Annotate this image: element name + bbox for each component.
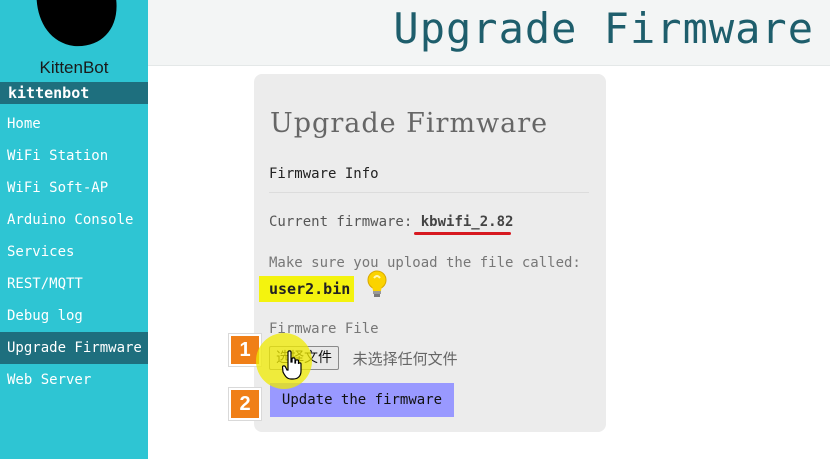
sidebar-item-rest-mqtt[interactable]: REST/MQTT xyxy=(0,268,148,300)
sidebar-item-web-server[interactable]: Web Server xyxy=(0,364,148,396)
page-header: Upgrade Firmware xyxy=(148,0,830,66)
current-firmware-label: Current firmware: xyxy=(269,214,413,230)
required-filename: user2.bin xyxy=(259,276,354,302)
firmware-version: kbwifi_2.82 xyxy=(420,214,514,230)
step-2-badge: 2 xyxy=(229,388,261,420)
logo-icon xyxy=(36,0,117,47)
logo-text: KittenBot xyxy=(39,58,109,77)
firmware-card: Upgrade Firmware Firmware Info Current f… xyxy=(254,74,606,432)
update-firmware-button[interactable]: Update the firmware xyxy=(270,383,454,417)
hand-cursor-icon xyxy=(282,350,302,380)
section-heading: Firmware Info xyxy=(269,166,379,182)
sidebar: KittenBot kittenbot Home WiFi Station Wi… xyxy=(0,0,148,459)
sidebar-item-home[interactable]: Home xyxy=(0,108,148,140)
sidebar-item-services[interactable]: Services xyxy=(0,236,148,268)
version-underline xyxy=(414,232,511,235)
divider xyxy=(269,192,589,193)
user-name: kittenbot xyxy=(0,82,148,104)
sidebar-item-wifi-soft-ap[interactable]: WiFi Soft-AP xyxy=(0,172,148,204)
sidebar-item-upgrade-firmware[interactable]: Upgrade Firmware xyxy=(0,332,148,364)
sidebar-item-debug-log[interactable]: Debug log xyxy=(0,300,148,332)
current-firmware: Current firmware: kbwifi_2.82 xyxy=(269,214,513,230)
upload-instruction: Make sure you upload the file called: xyxy=(269,255,581,271)
lightbulb-icon xyxy=(367,270,387,297)
logo: KittenBot xyxy=(0,0,148,82)
sidebar-nav: Home WiFi Station WiFi Soft-AP Arduino C… xyxy=(0,108,148,396)
card-title: Upgrade Firmware xyxy=(270,108,549,139)
sidebar-item-arduino-console[interactable]: Arduino Console xyxy=(0,204,148,236)
no-file-text: 未选择任何文件 xyxy=(352,349,458,368)
sidebar-item-wifi-station[interactable]: WiFi Station xyxy=(0,140,148,172)
page-title: Upgrade Firmware xyxy=(393,4,814,53)
